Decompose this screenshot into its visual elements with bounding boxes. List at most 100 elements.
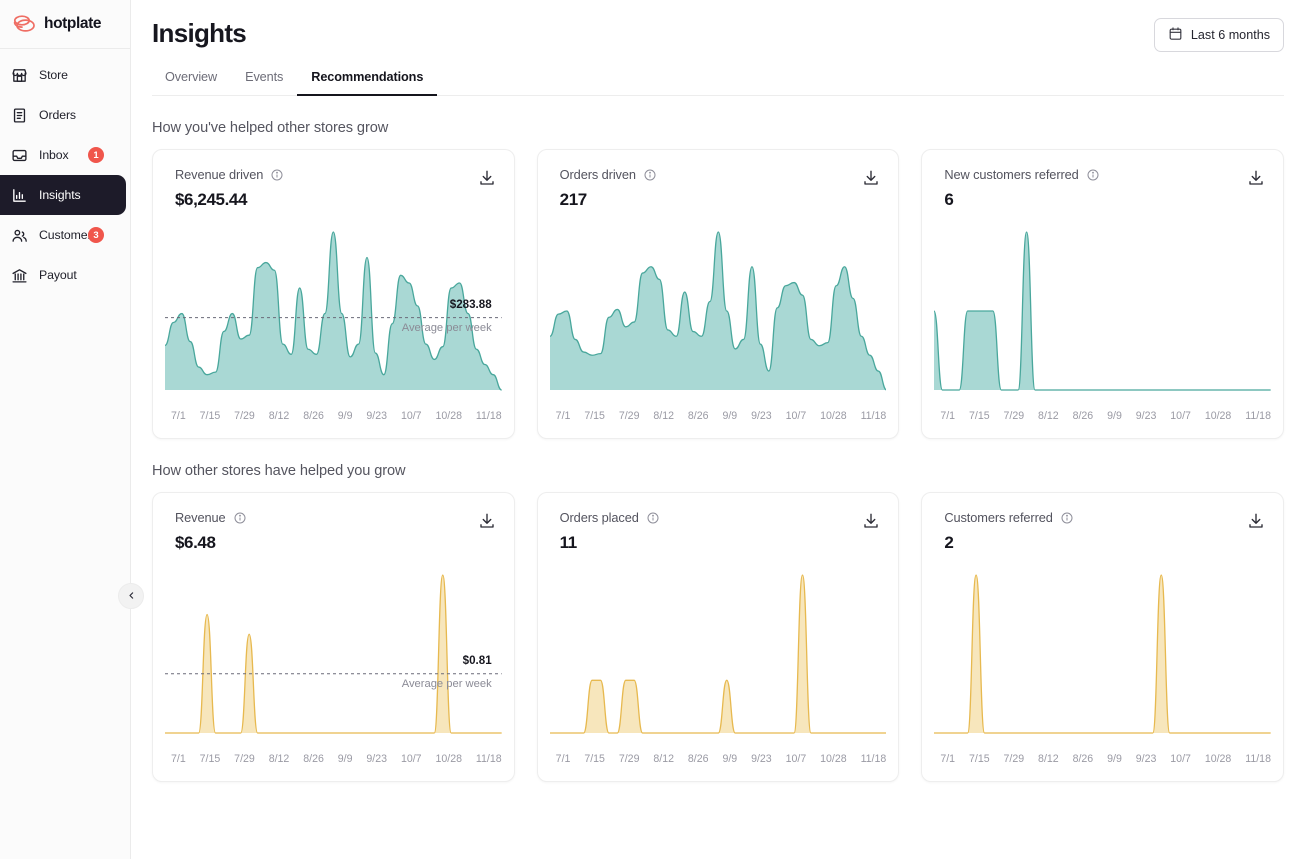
tab-recommendations[interactable]: Recommendations bbox=[297, 70, 437, 95]
section-title-helped-you: How other stores have helped you grow bbox=[152, 463, 1300, 479]
x-axis-tick: 9/23 bbox=[1136, 753, 1157, 765]
download-icon[interactable] bbox=[478, 512, 496, 530]
x-axis-tick: 8/12 bbox=[1038, 753, 1059, 765]
info-icon[interactable] bbox=[644, 169, 656, 181]
download-icon[interactable] bbox=[478, 169, 496, 187]
brand[interactable]: hotplate bbox=[0, 0, 130, 49]
x-axis-tick: 7/29 bbox=[1004, 753, 1025, 765]
x-axis-tick: 10/28 bbox=[435, 753, 462, 765]
x-axis-tick: 10/7 bbox=[1170, 410, 1191, 422]
card-label: Orders driven bbox=[560, 167, 636, 182]
sidebar-item-orders[interactable]: Orders bbox=[0, 95, 126, 135]
average-caption: Average per week bbox=[402, 678, 492, 690]
card-value: $6.48 bbox=[153, 530, 514, 553]
x-axis-tick: 7/1 bbox=[940, 753, 955, 765]
sidebar-item-customers[interactable]: Customers 3 bbox=[0, 215, 126, 255]
area-chart-svg bbox=[934, 218, 1271, 404]
card-value: 11 bbox=[538, 530, 899, 553]
card-value: 6 bbox=[922, 187, 1283, 210]
sidebar-item-store[interactable]: Store bbox=[0, 55, 126, 95]
inbox-badge: 1 bbox=[88, 147, 104, 163]
average-caption: Average per week bbox=[402, 322, 492, 334]
sidebar-item-inbox[interactable]: Inbox 1 bbox=[0, 135, 126, 175]
x-axis-tick: 10/7 bbox=[1170, 753, 1191, 765]
x-axis-tick: 9/9 bbox=[1107, 410, 1122, 422]
area-chart-svg bbox=[165, 561, 502, 747]
chart-orders-placed bbox=[538, 561, 899, 747]
x-axis-tick: 8/12 bbox=[653, 753, 674, 765]
x-axis-labels: 7/17/157/298/128/269/99/2310/710/2811/18 bbox=[538, 404, 899, 422]
x-axis-tick: 10/7 bbox=[786, 753, 807, 765]
sidebar-collapse-button[interactable] bbox=[118, 583, 144, 609]
customers-icon bbox=[11, 227, 28, 244]
main-content: Insights Last 6 months Overview Events R… bbox=[131, 0, 1300, 859]
average-value: $0.81 bbox=[463, 654, 492, 667]
date-range-selector[interactable]: Last 6 months bbox=[1154, 18, 1284, 52]
x-axis-tick: 7/1 bbox=[171, 410, 186, 422]
tab-overview[interactable]: Overview bbox=[152, 70, 231, 95]
x-axis-tick: 7/15 bbox=[584, 410, 605, 422]
x-axis-tick: 7/29 bbox=[619, 753, 640, 765]
insights-icon bbox=[11, 187, 28, 204]
info-icon[interactable] bbox=[271, 169, 283, 181]
card-label: Revenue driven bbox=[175, 167, 263, 182]
sidebar: hotplate Store Orde bbox=[0, 0, 131, 859]
x-axis-tick: 10/7 bbox=[401, 410, 422, 422]
x-axis-tick: 8/26 bbox=[688, 753, 709, 765]
info-icon[interactable] bbox=[647, 512, 659, 524]
area-chart-svg bbox=[934, 561, 1271, 747]
x-axis-tick: 11/18 bbox=[476, 753, 502, 765]
x-axis-tick: 8/26 bbox=[303, 410, 324, 422]
card-value: $6,245.44 bbox=[153, 187, 514, 210]
x-axis-labels: 7/17/157/298/128/269/99/2310/710/2811/18 bbox=[922, 404, 1283, 422]
x-axis-labels: 7/17/157/298/128/269/99/2310/710/2811/18 bbox=[922, 747, 1283, 765]
chart-line-stroke bbox=[934, 575, 1271, 733]
sidebar-item-payout[interactable]: Payout bbox=[0, 255, 126, 295]
chevron-left-icon bbox=[127, 587, 136, 605]
card-value: 2 bbox=[922, 530, 1283, 553]
tab-events[interactable]: Events bbox=[231, 70, 297, 95]
download-icon[interactable] bbox=[862, 512, 880, 530]
card-revenue: Revenue $6.48 $0.81 Average per week 7/ bbox=[152, 492, 515, 782]
x-axis-tick: 8/26 bbox=[1073, 753, 1094, 765]
payout-icon bbox=[11, 267, 28, 284]
x-axis-labels: 7/17/157/298/128/269/99/2310/710/2811/18 bbox=[153, 747, 514, 765]
average-value: $283.88 bbox=[450, 298, 492, 311]
chart-area-fill bbox=[165, 575, 502, 733]
chart-area-fill bbox=[550, 575, 887, 733]
chart-orders-driven bbox=[538, 218, 899, 404]
customers-badge: 3 bbox=[88, 227, 104, 243]
info-icon[interactable] bbox=[1087, 169, 1099, 181]
x-axis-tick: 10/7 bbox=[786, 410, 807, 422]
x-axis-tick: 8/12 bbox=[653, 410, 674, 422]
x-axis-tick: 11/18 bbox=[861, 753, 887, 765]
tab-bar: Overview Events Recommendations bbox=[152, 70, 1284, 96]
sidebar-item-label: Store bbox=[39, 68, 68, 82]
x-axis-tick: 9/23 bbox=[751, 753, 772, 765]
card-label: Orders placed bbox=[560, 510, 639, 525]
chart-revenue: $0.81 Average per week bbox=[153, 561, 514, 747]
area-chart-svg bbox=[550, 218, 887, 404]
x-axis-tick: 9/23 bbox=[751, 410, 772, 422]
x-axis-tick: 9/23 bbox=[366, 753, 387, 765]
x-axis-tick: 7/1 bbox=[556, 410, 571, 422]
chart-new-customers-referred bbox=[922, 218, 1283, 404]
x-axis-tick: 10/7 bbox=[401, 753, 422, 765]
x-axis-tick: 7/1 bbox=[171, 753, 186, 765]
download-icon[interactable] bbox=[1247, 512, 1265, 530]
info-icon[interactable] bbox=[234, 512, 246, 524]
download-icon[interactable] bbox=[1247, 169, 1265, 187]
x-axis-tick: 8/26 bbox=[1073, 410, 1094, 422]
orders-icon bbox=[11, 107, 28, 124]
info-icon[interactable] bbox=[1061, 512, 1073, 524]
card-orders-placed: Orders placed 11 7/17/157/298/128/269/99… bbox=[537, 492, 900, 782]
x-axis-tick: 7/15 bbox=[969, 753, 990, 765]
chart-area-fill bbox=[934, 575, 1271, 733]
sidebar-item-insights[interactable]: Insights bbox=[0, 175, 126, 215]
download-icon[interactable] bbox=[862, 169, 880, 187]
x-axis-tick: 7/29 bbox=[234, 410, 255, 422]
card-customers-referred: Customers referred 2 7/17/157/298/128/26… bbox=[921, 492, 1284, 782]
page-header: Insights Last 6 months bbox=[131, 0, 1300, 52]
x-axis-tick: 8/12 bbox=[269, 753, 290, 765]
x-axis-tick: 11/18 bbox=[861, 410, 887, 422]
